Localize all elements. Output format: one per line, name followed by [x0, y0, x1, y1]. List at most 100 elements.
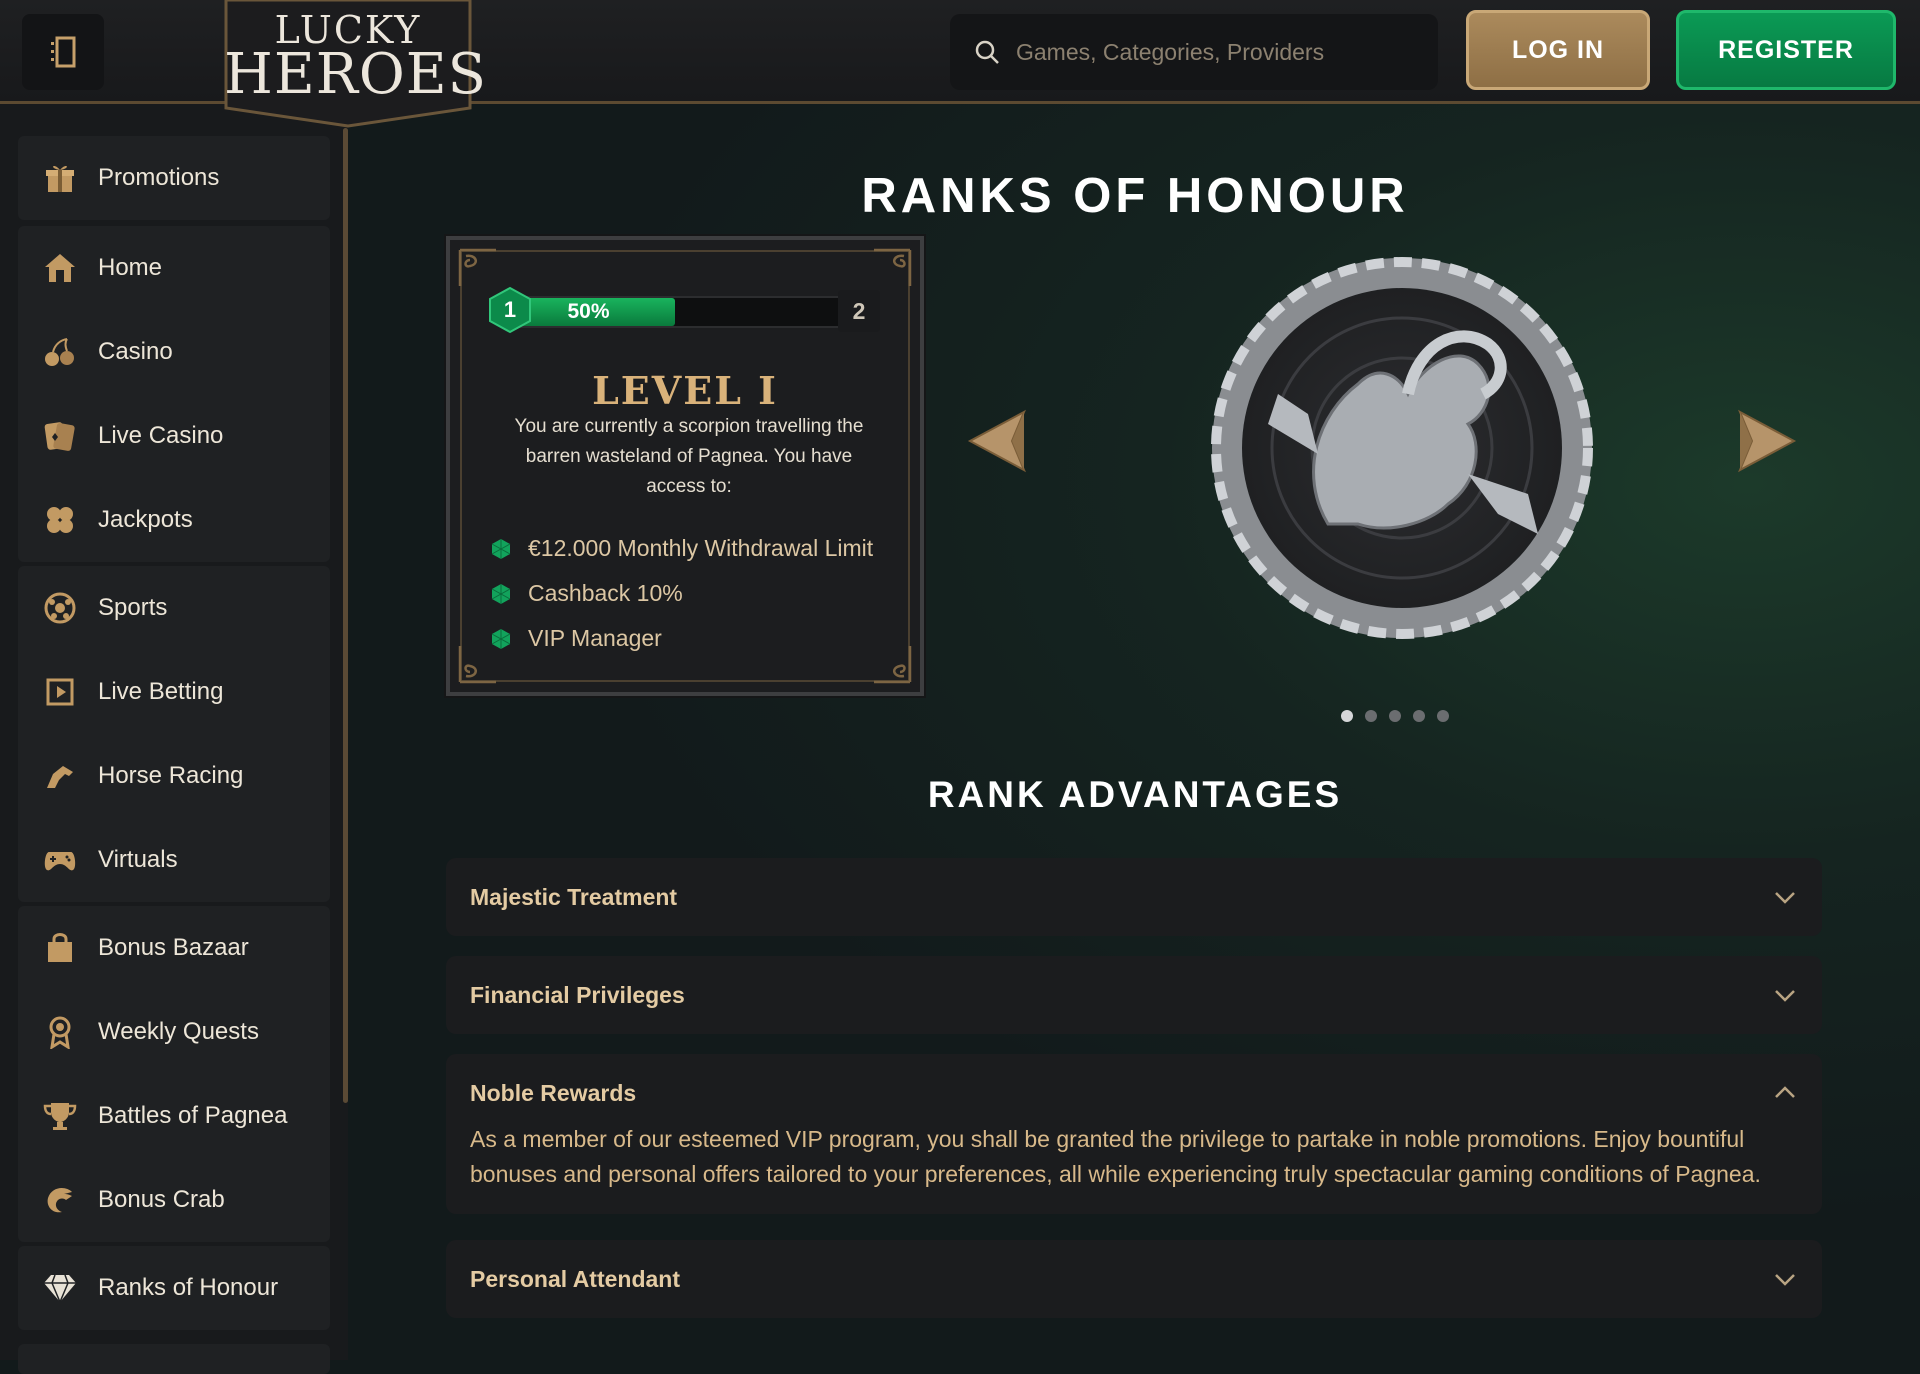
carousel-dot[interactable] [1341, 710, 1353, 722]
level-progress-bar: 50% [500, 296, 850, 328]
sidebar-item-label: Virtuals [98, 846, 178, 873]
chevron-down-icon[interactable] [1772, 1266, 1798, 1292]
accordion-title: Personal Attendant [470, 1265, 681, 1292]
nav-group-sports: Sports Live Betting Horse Racing Virtual… [18, 566, 330, 902]
carousel-prev-arrow-icon[interactable] [966, 408, 1026, 474]
emerald-icon [491, 583, 511, 604]
nav-group-next [18, 1344, 330, 1374]
sidebar-item-label: Live Betting [98, 678, 224, 705]
sidebar-item-promotions[interactable]: Promotions [18, 136, 330, 220]
perk-item: Cashback 10% [490, 571, 873, 616]
accordion-financial-privileges[interactable]: Financial Privileges [446, 956, 1822, 1034]
gift-icon [42, 160, 78, 196]
shopping-bag-icon [42, 930, 78, 966]
sidebar-item-label: Weekly Quests [98, 1018, 259, 1045]
nav-group-ranks: Ranks of Honour [18, 1246, 330, 1330]
sidebar-item-weekly-quests[interactable]: Weekly Quests [18, 990, 330, 1074]
sidebar-item-label: Ranks of Honour [98, 1274, 279, 1301]
perk-text: Cashback 10% [528, 580, 683, 606]
carousel-dot[interactable] [1389, 710, 1401, 722]
accordion-header[interactable]: Personal Attendant [470, 1240, 1798, 1318]
chevron-up-icon[interactable] [1772, 1080, 1798, 1106]
nav-group-casino: Home Casino Live Casino Jackpots [18, 226, 330, 562]
sidebar-item-label: Promotions [98, 164, 220, 191]
sidebar-item-jackpots[interactable]: Jackpots [18, 478, 330, 562]
next-level-badge: 2 [838, 290, 880, 332]
accordion-title: Financial Privileges [470, 981, 685, 1008]
sidebar-item-bonus-crab[interactable]: Bonus Crab [18, 1158, 330, 1242]
sidebar-toggle-icon [51, 36, 76, 68]
award-icon [42, 1014, 78, 1050]
accordion-title: Noble Rewards [470, 1079, 637, 1106]
sidebar-item-ranks-of-honour[interactable]: Ranks of Honour [18, 1246, 330, 1330]
sidebar-item-home[interactable]: Home [18, 226, 330, 310]
sidebar-item-live-betting[interactable]: Live Betting [18, 650, 330, 734]
sidebar-item-casino[interactable]: Casino [18, 310, 330, 394]
ornament-icon [874, 248, 912, 286]
accordion-body: As a member of our esteemed VIP program,… [470, 1126, 1761, 1187]
carousel-dots [1341, 710, 1449, 722]
sidebar-toggle-button[interactable] [22, 14, 104, 90]
nav-group-promotions: Promotions [18, 136, 330, 220]
chevron-down-icon[interactable] [1772, 884, 1798, 910]
logo-text-heroes: HEROES [224, 42, 488, 107]
ornament-icon [874, 646, 912, 684]
sidebar-item-virtuals[interactable]: Virtuals [18, 818, 330, 902]
accordion-title: Majestic Treatment [470, 883, 678, 910]
carousel-dot[interactable] [1413, 710, 1425, 722]
accordion-majestic-treatment[interactable]: Majestic Treatment [446, 858, 1822, 936]
login-button[interactable]: LOG IN [1466, 10, 1650, 90]
sidebar-item-battles-of-pagnea[interactable]: Battles of Pagnea [18, 1074, 330, 1158]
top-header: LUCKY HEROES LOG IN REGISTER [0, 0, 1920, 128]
sidebar-item-label: Bonus Bazaar [98, 934, 249, 961]
page-title: RANKS OF HONOUR [861, 169, 1409, 223]
perk-item: VIP Manager [490, 616, 873, 661]
perk-text: €12.000 Monthly Withdrawal Limit [528, 535, 874, 561]
current-level-badge: 1 [486, 286, 534, 334]
scorpion-medal-image [1211, 257, 1593, 639]
crab-claw-icon [42, 1182, 78, 1218]
carousel-dot[interactable] [1365, 710, 1377, 722]
sidebar-item-label: Casino [98, 338, 173, 365]
sidebar-item-label: Home [98, 254, 163, 281]
emerald-icon [491, 628, 511, 649]
search-icon [975, 40, 999, 64]
horse-icon [42, 758, 78, 794]
search-input[interactable] [1014, 37, 1418, 67]
emerald-icon [491, 538, 511, 559]
sidebar-item-label: Bonus Crab [98, 1186, 225, 1213]
sidebar-item-label: Sports [98, 594, 168, 621]
accordion-header[interactable]: Noble Rewards [470, 1054, 1798, 1132]
level-title: LEVEL I [592, 368, 778, 413]
register-button[interactable]: REGISTER [1676, 10, 1896, 90]
football-icon [42, 590, 78, 626]
clover-icon [42, 502, 78, 538]
accordion-personal-attendant[interactable]: Personal Attendant [446, 1240, 1822, 1318]
sidebar-item-label: Live Casino [98, 422, 224, 449]
sidebar: Promotions Home Casino Live Casino Jackp… [0, 104, 348, 1374]
accordion-header[interactable]: Financial Privileges [470, 956, 1798, 1034]
cards-icon [42, 418, 78, 454]
carousel-dot[interactable] [1437, 710, 1449, 722]
sidebar-item-label: Horse Racing [98, 762, 244, 789]
carousel-next-arrow-icon[interactable] [1738, 408, 1798, 474]
perk-list: €12.000 Monthly Withdrawal Limit Cashbac… [490, 526, 873, 661]
site-logo[interactable]: LUCKY HEROES [224, 0, 488, 128]
level-card: 50% 1 2 LEVEL I You are currently a scor… [444, 234, 926, 698]
nav-group-bonus: Bonus Bazaar Weekly Quests Battles of Pa… [18, 906, 330, 1242]
sidebar-item-label: Battles of Pagnea [98, 1102, 288, 1129]
accordion-header[interactable]: Majestic Treatment [470, 858, 1798, 936]
accordion-noble-rewards[interactable]: Noble Rewards As a member of our esteeme… [446, 1054, 1822, 1214]
sidebar-item-bonus-bazaar[interactable]: Bonus Bazaar [18, 906, 330, 990]
sidebar-item-live-casino[interactable]: Live Casino [18, 394, 330, 478]
sidebar-item-sports[interactable]: Sports [18, 566, 330, 650]
gamepad-icon [42, 842, 78, 878]
cherries-icon [42, 334, 78, 370]
level-description: You are currently a scorpion travelling … [514, 416, 864, 497]
search-bar[interactable] [950, 14, 1438, 90]
home-icon [42, 250, 78, 286]
diamond-icon [42, 1270, 78, 1306]
sidebar-item-horse-racing[interactable]: Horse Racing [18, 734, 330, 818]
live-play-icon [42, 674, 78, 710]
chevron-down-icon[interactable] [1772, 982, 1798, 1008]
